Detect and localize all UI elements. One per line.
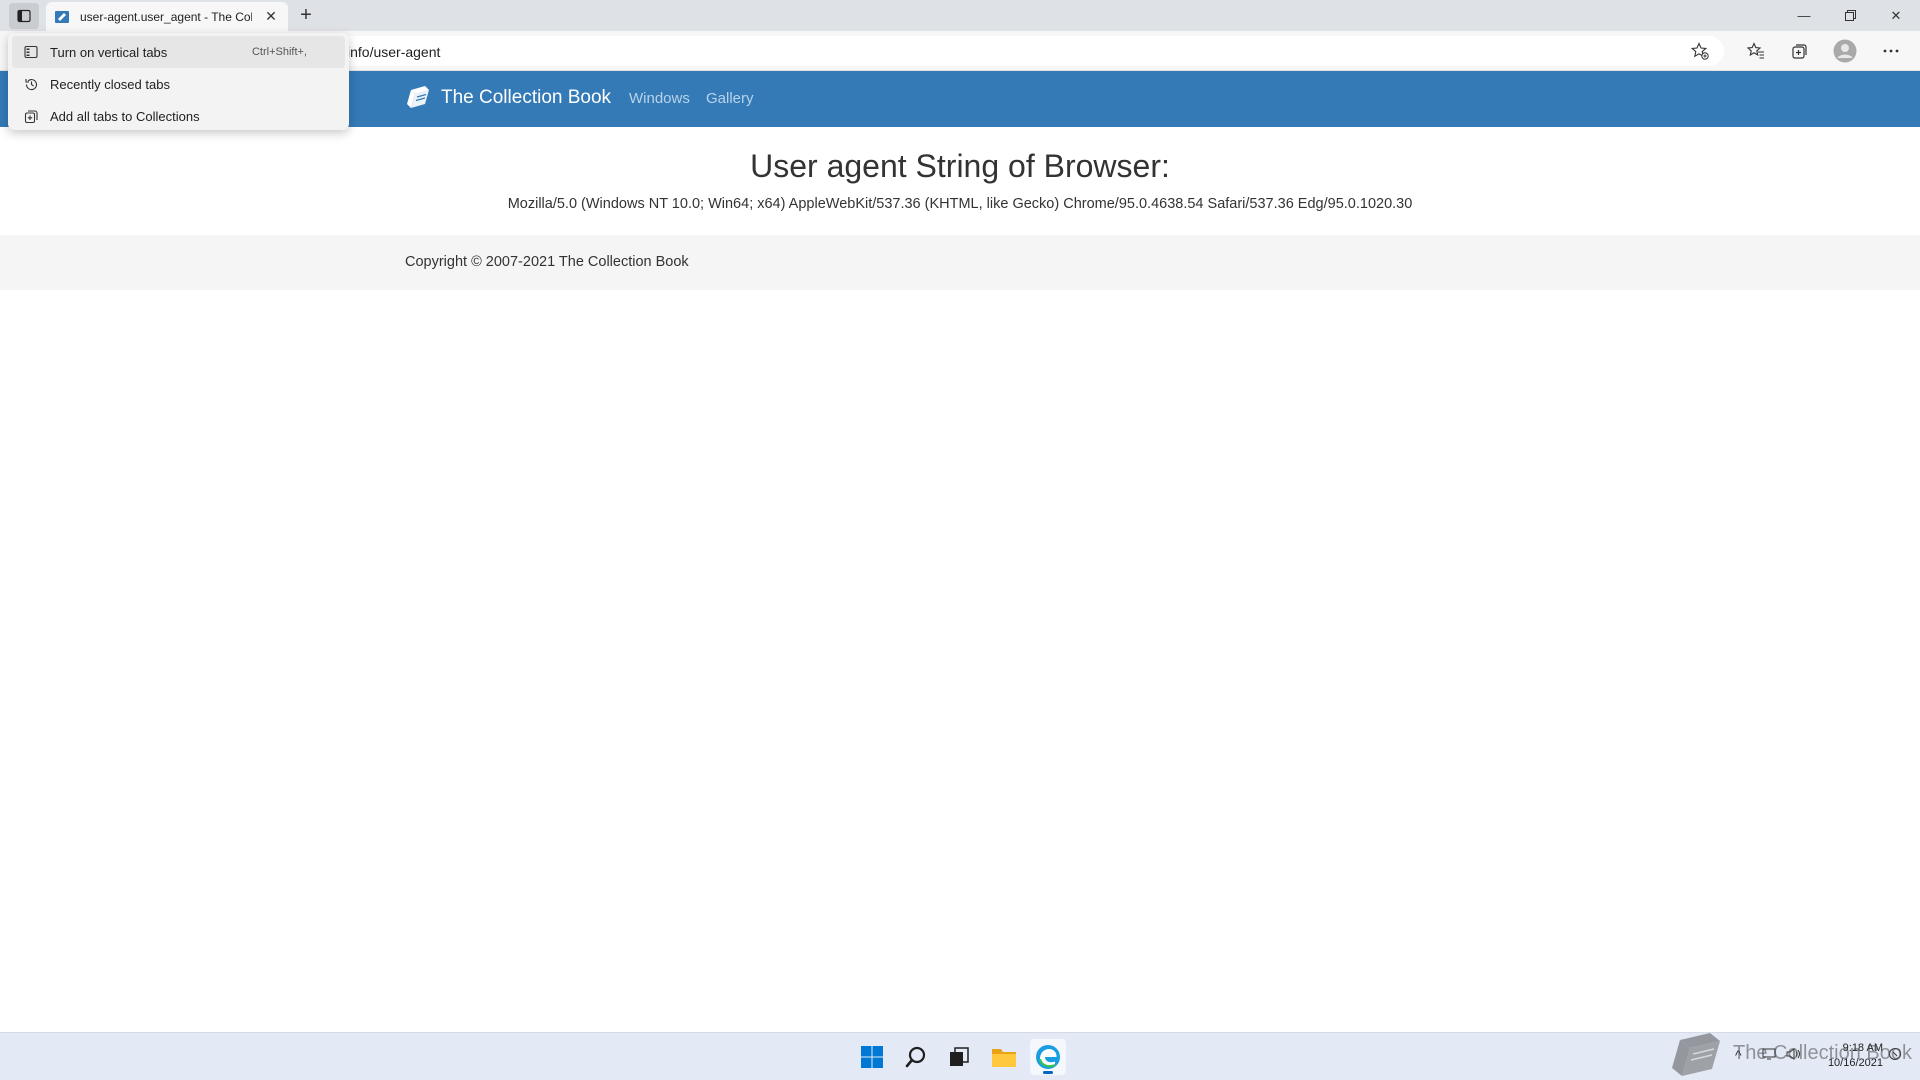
- user-agent-string: Mozilla/5.0 (Windows NT 10.0; Win64; x64…: [507, 196, 1413, 212]
- search-icon: [905, 1046, 926, 1068]
- vertical-tabs-icon: [23, 44, 39, 60]
- folder-icon: [992, 1049, 1016, 1067]
- favorites-icon[interactable]: [1741, 36, 1771, 66]
- menu-item-vertical-tabs[interactable]: Turn on vertical tabs Ctrl+Shift+,: [12, 36, 345, 68]
- nav-link-windows[interactable]: Windows: [629, 90, 690, 107]
- menu-item-add-to-collections[interactable]: Add all tabs to Collections: [8, 100, 349, 132]
- minimize-button[interactable]: —: [1781, 0, 1827, 31]
- edge-taskbar-button[interactable]: [1030, 1039, 1066, 1075]
- edge-browser-icon: [1036, 1045, 1060, 1069]
- site-favicon-icon: [54, 9, 70, 25]
- menu-item-label: Recently closed tabs: [50, 76, 170, 92]
- watermark-book-icon: [1672, 1033, 1720, 1076]
- task-view-icon: [950, 1047, 969, 1066]
- watermark-text: The Collection Book: [1733, 1042, 1912, 1064]
- book-logo-icon: [407, 86, 429, 108]
- collection-book-watermark: The Collection Book: [1670, 1030, 1920, 1080]
- search-button[interactable]: [898, 1039, 934, 1075]
- tab-title: user-agent.user_agent - The Collection B…: [80, 9, 252, 24]
- task-view-button[interactable]: [941, 1039, 977, 1075]
- menu-item-shortcut: Ctrl+Shift+,: [251, 46, 307, 58]
- menu-item-label: Turn on vertical tabs: [50, 44, 168, 60]
- tab-strip: user-agent.user_agent - The Collection B…: [0, 0, 1920, 31]
- add-favorite-icon[interactable]: [1690, 41, 1710, 61]
- tab-actions-button[interactable]: [9, 3, 39, 29]
- restore-button[interactable]: [1827, 0, 1873, 31]
- collections-add-icon: [23, 108, 39, 124]
- windows-logo-icon: [861, 1046, 883, 1068]
- active-tab[interactable]: user-agent.user_agent - The Collection B…: [46, 2, 288, 31]
- site-brand-name: The Collection Book: [441, 87, 612, 108]
- page-title: User agent String of Browser:: [750, 148, 1170, 184]
- menu-item-label: Add all tabs to Collections: [50, 108, 200, 124]
- tab-actions-menu: Turn on vertical tabs Ctrl+Shift+, Recen…: [8, 33, 349, 130]
- windows-taskbar: ^ 9:18 AM 10/16/2021: [0, 1032, 1920, 1080]
- settings-more-icon[interactable]: [1876, 36, 1906, 66]
- site-footer: Copyright © 2007-2021 The Collection Boo…: [0, 235, 1920, 290]
- file-explorer-button[interactable]: [986, 1039, 1022, 1075]
- menu-item-recently-closed[interactable]: Recently closed tabs: [8, 68, 349, 100]
- site-brand-link[interactable]: The Collection Book: [405, 84, 611, 112]
- restore-icon: [1844, 10, 1856, 21]
- copyright-text: Copyright © 2007-2021 The Collection Boo…: [405, 254, 689, 270]
- address-bar-url[interactable]: info/user-agent: [347, 44, 440, 60]
- collections-icon[interactable]: [1785, 36, 1815, 66]
- close-tab-icon[interactable]: ✕: [262, 8, 280, 25]
- history-icon: [23, 76, 39, 92]
- start-button[interactable]: [854, 1039, 890, 1075]
- close-window-button[interactable]: ✕: [1873, 0, 1919, 31]
- tab-actions-icon: [17, 9, 31, 23]
- profile-avatar[interactable]: [1830, 36, 1860, 66]
- new-tab-button[interactable]: +: [294, 4, 318, 28]
- nav-link-gallery[interactable]: Gallery: [706, 90, 754, 107]
